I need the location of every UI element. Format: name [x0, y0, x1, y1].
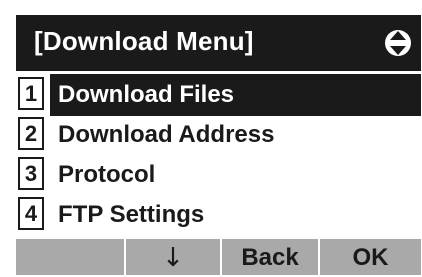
menu-title: [Download Menu] [34, 26, 254, 56]
down-arrow-softkey[interactable]: ↓ [126, 239, 220, 275]
menu-item-label: FTP Settings [58, 201, 205, 228]
menu-item-protocol[interactable]: 3 Protocol [16, 154, 421, 196]
menu-item-label: Download Files [50, 74, 421, 116]
menu-item-label: Download Address [58, 121, 275, 148]
display-screen: [Download Menu] 1 Download Files 2 Downl… [0, 0, 422, 275]
up-down-navigation-icon [383, 28, 413, 58]
menu-item-label: Protocol [58, 161, 156, 188]
menu-item-ftp-settings[interactable]: 4 FTP Settings [16, 194, 421, 236]
title-bar: [Download Menu] [16, 15, 421, 71]
menu-item-number: 2 [18, 117, 44, 150]
menu-item-number: 3 [18, 157, 44, 190]
softkey-1-blank[interactable] [16, 239, 124, 275]
menu-list: 1 Download Files 2 Download Address 3 Pr… [16, 72, 421, 238]
menu-item-download-address[interactable]: 2 Download Address [16, 114, 421, 156]
ok-softkey[interactable]: OK [320, 239, 421, 275]
back-softkey[interactable]: Back [222, 239, 318, 275]
menu-item-number: 4 [18, 197, 44, 230]
menu-item-number: 1 [18, 77, 44, 110]
menu-item-download-files[interactable]: 1 Download Files [16, 74, 421, 116]
softkey-bar: ↓ Back OK [16, 239, 421, 275]
